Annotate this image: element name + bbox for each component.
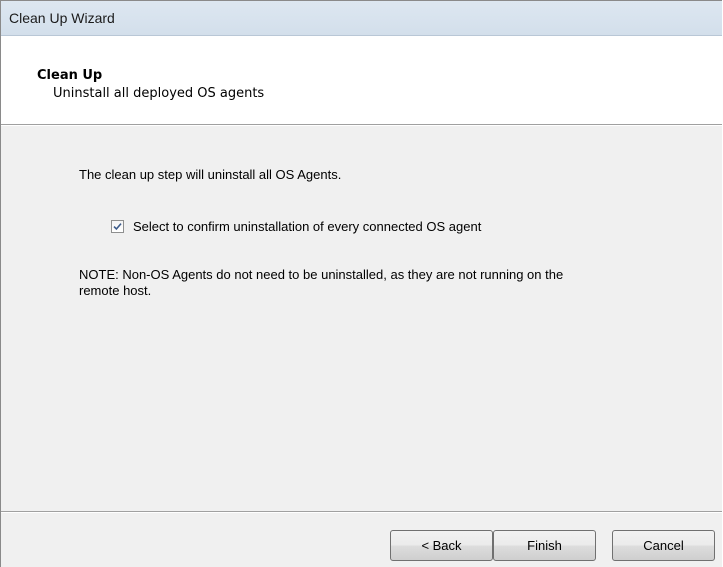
note-text: NOTE: Non-OS Agents do not need to be un…	[79, 267, 659, 299]
page-subtitle: Uninstall all deployed OS agents	[53, 86, 265, 101]
header-divider	[1, 125, 722, 126]
wizard-header: Clean Up Uninstall all deployed OS agent…	[1, 36, 722, 125]
window-title: Clean Up Wizard	[9, 10, 115, 26]
wizard-window: Clean Up Wizard Clean Up Uninstall all d…	[0, 0, 722, 567]
footer-divider-highlight	[1, 512, 722, 513]
confirm-uninstall-label[interactable]: Select to confirm uninstallation of ever…	[133, 219, 481, 234]
page-title: Clean Up	[37, 68, 103, 83]
title-bar[interactable]: Clean Up Wizard	[1, 1, 722, 36]
note-line-2: remote host.	[79, 283, 152, 298]
finish-button[interactable]: Finish	[493, 530, 596, 561]
confirm-uninstall-checkbox[interactable]	[111, 219, 124, 233]
confirm-uninstall-row[interactable]: Select to confirm uninstallation of ever…	[111, 217, 481, 235]
note-line-1: NOTE: Non-OS Agents do not need to be un…	[79, 267, 564, 282]
cancel-button[interactable]: Cancel	[612, 530, 715, 561]
intro-text: The clean up step will uninstall all OS …	[79, 167, 342, 182]
back-button[interactable]: < Back	[390, 530, 493, 561]
checkmark-icon	[113, 222, 122, 230]
